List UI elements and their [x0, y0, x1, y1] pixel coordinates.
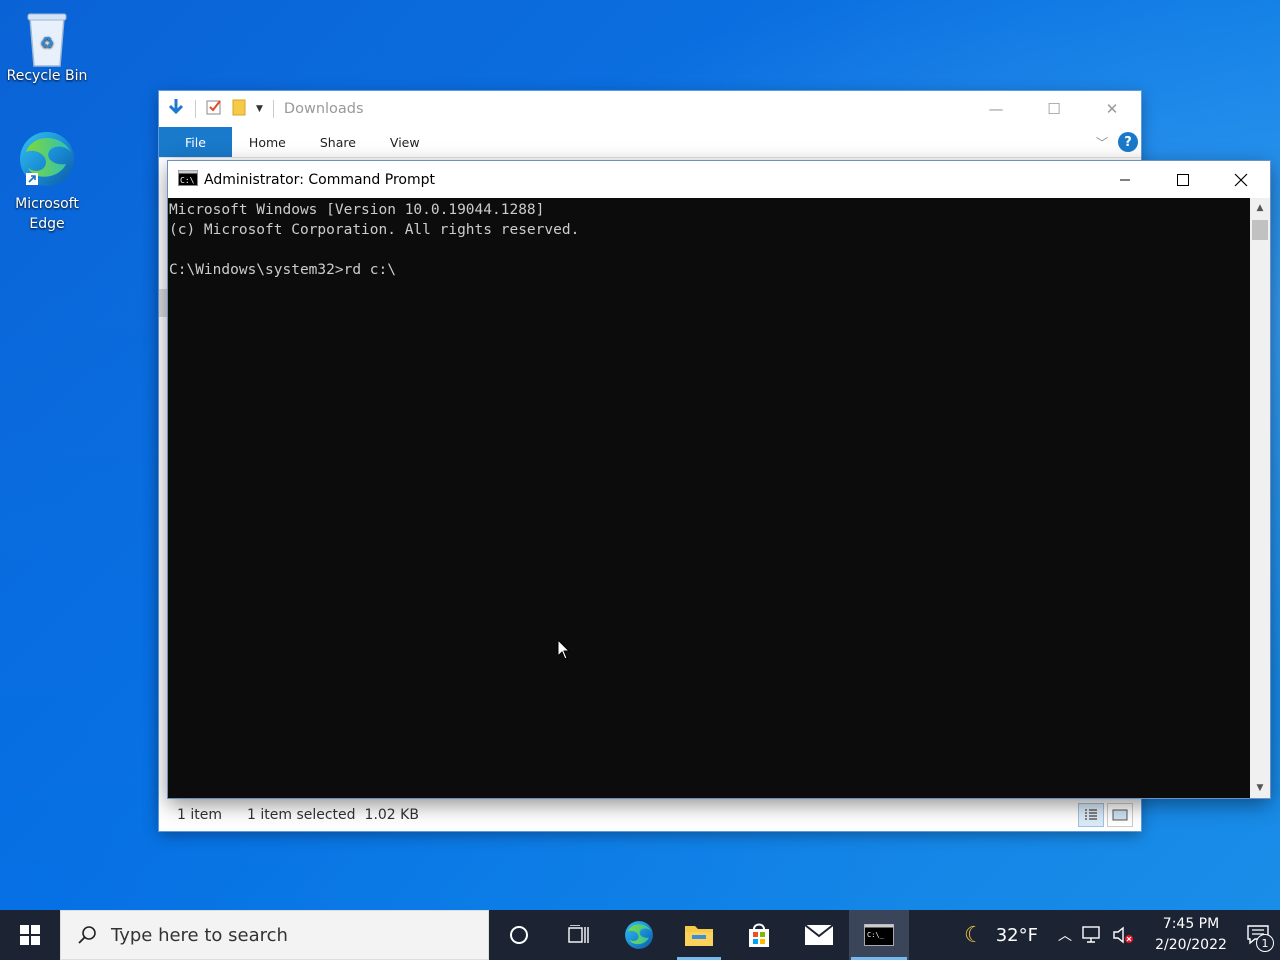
cortana-circle-icon: [510, 926, 528, 944]
store-bag-icon: [749, 923, 769, 947]
svg-text:C:\_: C:\_: [867, 931, 885, 939]
cmd-maximize-button[interactable]: [1154, 161, 1212, 198]
details-view-button[interactable]: [1078, 803, 1104, 827]
cmd-taskbar-icon: C:\_: [864, 924, 894, 946]
weather-moon-icon[interactable]: ☾: [964, 923, 984, 948]
explorer-close-button[interactable]: ✕: [1083, 91, 1141, 127]
notification-count-badge: 1: [1256, 934, 1274, 952]
command-prompt-window[interactable]: C:\ Administrator: Command Prompt Micros…: [168, 161, 1270, 798]
taskbar-mail[interactable]: [789, 910, 849, 960]
taskbar-microsoft-store[interactable]: [729, 910, 789, 960]
taskbar-search-box[interactable]: Type here to search: [60, 910, 489, 960]
cmd-titlebar[interactable]: C:\ Administrator: Command Prompt: [168, 161, 1270, 198]
search-placeholder: Type here to search: [111, 924, 288, 946]
taskbar-command-prompt[interactable]: C:\_: [849, 910, 909, 960]
taskbar-clock[interactable]: 7:45 PM 2/20/2022: [1146, 914, 1236, 956]
explorer-title: Downloads: [283, 101, 364, 117]
scroll-up-arrow-icon[interactable]: ▲: [1250, 198, 1270, 218]
download-arrow-icon: [167, 98, 185, 120]
edge-icon: [20, 128, 74, 190]
explorer-ribbon-tabs: File Home Share View ﹀ ?: [159, 127, 1141, 158]
cmd-scrollbar[interactable]: ▲ ▼: [1250, 198, 1270, 798]
task-view-icon: [568, 925, 589, 943]
svg-text:C:\: C:\: [180, 176, 195, 185]
cmd-close-button[interactable]: [1212, 161, 1270, 198]
task-view-button[interactable]: [549, 910, 609, 960]
folder-icon: [685, 926, 713, 946]
status-item-count: 1 item: [177, 807, 222, 823]
explorer-left-edge: [159, 289, 167, 317]
tab-home[interactable]: Home: [232, 127, 303, 157]
explorer-status-bar: 1 item 1 item selected 1.02 KB: [159, 799, 1141, 831]
explorer-minimize-button[interactable]: —: [967, 91, 1025, 127]
help-icon[interactable]: ?: [1118, 132, 1138, 152]
taskbar-edge[interactable]: [609, 910, 669, 960]
status-size: 1.02 KB: [364, 807, 419, 823]
console-line: Microsoft Windows [Version 10.0.19044.12…: [169, 202, 545, 218]
cmd-minimize-button[interactable]: [1096, 161, 1154, 198]
taskbar: Type here to search C:\_ ☾ 32°F ︿ 7:45 P…: [0, 910, 1280, 960]
edge-taskbar-icon: [625, 921, 653, 949]
expand-ribbon-chevron-icon[interactable]: ﹀: [1096, 134, 1108, 151]
cmd-title: Administrator: Command Prompt: [204, 171, 435, 188]
search-icon: [77, 925, 97, 945]
tab-view[interactable]: View: [373, 127, 437, 157]
qa-divider: [195, 100, 196, 118]
recycle-bin-label: Recycle Bin: [6, 68, 88, 84]
windows-logo-icon: [20, 925, 40, 945]
customize-quick-access-chevron-icon[interactable]: ▼: [256, 104, 263, 114]
clock-time: 7:45 PM: [1162, 916, 1220, 932]
scroll-thumb[interactable]: [1252, 220, 1268, 240]
taskbar-file-explorer[interactable]: [669, 910, 729, 960]
system-tray: ☾ 32°F ︿ 7:45 PM 2/20/2022 1: [964, 910, 1280, 960]
tab-file[interactable]: File: [159, 127, 232, 157]
large-icons-view-button[interactable]: [1107, 803, 1133, 827]
desktop-icon-recycle-bin[interactable]: ♻ Recycle Bin: [2, 10, 92, 84]
clock-date: 2/20/2022: [1155, 937, 1227, 953]
action-center-button[interactable]: 1: [1236, 910, 1280, 960]
mail-envelope-icon: [804, 924, 834, 945]
properties-checkmark-icon[interactable]: [206, 99, 222, 119]
start-button[interactable]: [0, 910, 60, 960]
weather-temperature[interactable]: 32°F: [996, 925, 1038, 946]
qa-divider-2: [272, 100, 274, 118]
explorer-titlebar[interactable]: ▼ Downloads — ☐ ✕: [159, 91, 1141, 127]
console-prompt-line: C:\Windows\system32>rd c:\: [169, 262, 396, 278]
recycle-bin-icon: ♻: [22, 10, 72, 67]
scroll-down-arrow-icon[interactable]: ▼: [1250, 778, 1270, 798]
cmd-app-icon: C:\: [178, 169, 198, 190]
volume-muted-icon[interactable]: [1112, 925, 1134, 945]
cortana-button[interactable]: [489, 910, 549, 960]
show-hidden-icons-chevron-icon[interactable]: ︿: [1058, 925, 1072, 945]
network-icon[interactable]: [1082, 925, 1104, 945]
console-line: (c) Microsoft Corporation. All rights re…: [169, 222, 580, 238]
svg-text:♻: ♻: [40, 33, 54, 52]
status-selected: 1 item selected: [247, 807, 356, 823]
desktop-icon-microsoft-edge[interactable]: Microsoft Edge: [2, 128, 92, 234]
tab-share[interactable]: Share: [303, 127, 373, 157]
cmd-console-output[interactable]: Microsoft Windows [Version 10.0.19044.12…: [168, 198, 1250, 798]
mouse-pointer-icon: [557, 638, 571, 665]
explorer-maximize-button[interactable]: ☐: [1025, 91, 1083, 127]
edge-label: Microsoft Edge: [15, 196, 79, 232]
new-folder-icon[interactable]: [232, 98, 246, 120]
